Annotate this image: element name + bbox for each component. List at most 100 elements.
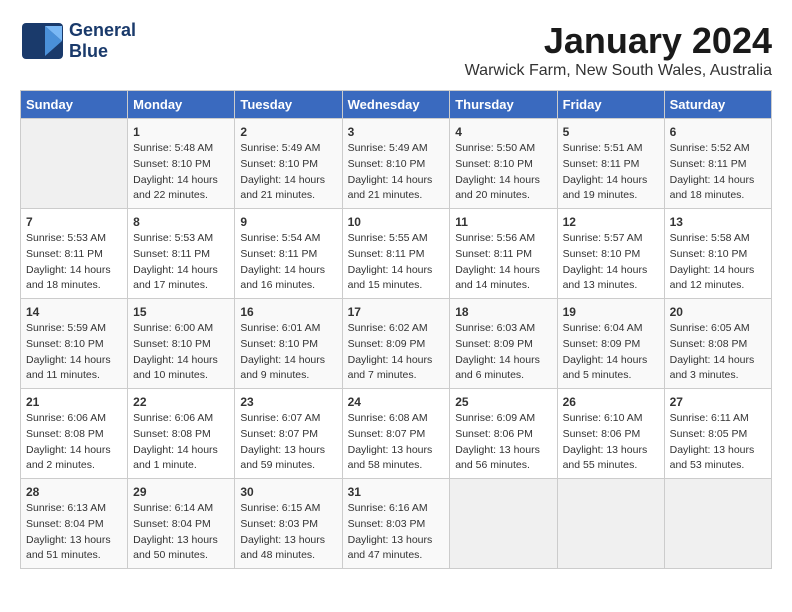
day-info: Sunrise: 6:13 AMSunset: 8:04 PMDaylight:… [26, 501, 122, 564]
month-title: January 2024 [465, 20, 772, 62]
calendar-cell: 30Sunrise: 6:15 AMSunset: 8:03 PMDayligh… [235, 479, 342, 569]
calendar-cell: 26Sunrise: 6:10 AMSunset: 8:06 PMDayligh… [557, 389, 664, 479]
day-info: Sunrise: 6:06 AMSunset: 8:08 PMDaylight:… [133, 411, 229, 474]
day-info: Sunrise: 6:14 AMSunset: 8:04 PMDaylight:… [133, 501, 229, 564]
day-info: Sunrise: 5:56 AMSunset: 8:11 PMDaylight:… [455, 231, 551, 294]
day-number: 15 [133, 303, 229, 321]
col-header-tuesday: Tuesday [235, 91, 342, 119]
col-header-wednesday: Wednesday [342, 91, 450, 119]
day-info: Sunrise: 6:01 AMSunset: 8:10 PMDaylight:… [240, 321, 336, 384]
calendar-cell: 21Sunrise: 6:06 AMSunset: 8:08 PMDayligh… [21, 389, 128, 479]
title-area: January 2024 Warwick Farm, New South Wal… [465, 20, 772, 80]
day-number: 23 [240, 393, 336, 411]
day-number: 30 [240, 483, 336, 501]
logo-text: General Blue [69, 20, 136, 62]
day-info: Sunrise: 5:57 AMSunset: 8:10 PMDaylight:… [563, 231, 659, 294]
day-info: Sunrise: 5:49 AMSunset: 8:10 PMDaylight:… [240, 141, 336, 204]
calendar-cell: 10Sunrise: 5:55 AMSunset: 8:11 PMDayligh… [342, 209, 450, 299]
page-header: General Blue January 2024 Warwick Farm, … [20, 20, 772, 80]
week-row-2: 7Sunrise: 5:53 AMSunset: 8:11 PMDaylight… [21, 209, 772, 299]
day-info: Sunrise: 6:09 AMSunset: 8:06 PMDaylight:… [455, 411, 551, 474]
col-header-sunday: Sunday [21, 91, 128, 119]
logo-icon [20, 21, 65, 61]
day-number: 7 [26, 213, 122, 231]
day-number: 27 [670, 393, 766, 411]
calendar-cell: 29Sunrise: 6:14 AMSunset: 8:04 PMDayligh… [128, 479, 235, 569]
day-info: Sunrise: 5:53 AMSunset: 8:11 PMDaylight:… [133, 231, 229, 294]
day-info: Sunrise: 6:03 AMSunset: 8:09 PMDaylight:… [455, 321, 551, 384]
day-info: Sunrise: 6:00 AMSunset: 8:10 PMDaylight:… [133, 321, 229, 384]
day-info: Sunrise: 5:52 AMSunset: 8:11 PMDaylight:… [670, 141, 766, 204]
calendar-cell: 8Sunrise: 5:53 AMSunset: 8:11 PMDaylight… [128, 209, 235, 299]
calendar-cell: 14Sunrise: 5:59 AMSunset: 8:10 PMDayligh… [21, 299, 128, 389]
calendar-cell: 12Sunrise: 5:57 AMSunset: 8:10 PMDayligh… [557, 209, 664, 299]
day-info: Sunrise: 6:06 AMSunset: 8:08 PMDaylight:… [26, 411, 122, 474]
calendar-cell: 6Sunrise: 5:52 AMSunset: 8:11 PMDaylight… [664, 119, 771, 209]
day-number: 16 [240, 303, 336, 321]
col-header-thursday: Thursday [450, 91, 557, 119]
day-number: 14 [26, 303, 122, 321]
calendar-cell: 19Sunrise: 6:04 AMSunset: 8:09 PMDayligh… [557, 299, 664, 389]
week-row-1: 1Sunrise: 5:48 AMSunset: 8:10 PMDaylight… [21, 119, 772, 209]
day-number: 9 [240, 213, 336, 231]
day-info: Sunrise: 5:50 AMSunset: 8:10 PMDaylight:… [455, 141, 551, 204]
day-info: Sunrise: 6:08 AMSunset: 8:07 PMDaylight:… [348, 411, 445, 474]
day-number: 3 [348, 123, 445, 141]
day-number: 31 [348, 483, 445, 501]
day-number: 11 [455, 213, 551, 231]
day-info: Sunrise: 6:10 AMSunset: 8:06 PMDaylight:… [563, 411, 659, 474]
col-header-saturday: Saturday [664, 91, 771, 119]
calendar-cell [557, 479, 664, 569]
day-info: Sunrise: 5:53 AMSunset: 8:11 PMDaylight:… [26, 231, 122, 294]
day-number: 10 [348, 213, 445, 231]
col-header-friday: Friday [557, 91, 664, 119]
day-number: 20 [670, 303, 766, 321]
day-info: Sunrise: 6:15 AMSunset: 8:03 PMDaylight:… [240, 501, 336, 564]
calendar-cell: 25Sunrise: 6:09 AMSunset: 8:06 PMDayligh… [450, 389, 557, 479]
calendar-cell: 3Sunrise: 5:49 AMSunset: 8:10 PMDaylight… [342, 119, 450, 209]
day-info: Sunrise: 5:48 AMSunset: 8:10 PMDaylight:… [133, 141, 229, 204]
day-info: Sunrise: 5:51 AMSunset: 8:11 PMDaylight:… [563, 141, 659, 204]
location-subtitle: Warwick Farm, New South Wales, Australia [465, 62, 772, 80]
calendar-table: SundayMondayTuesdayWednesdayThursdayFrid… [20, 90, 772, 569]
calendar-cell: 9Sunrise: 5:54 AMSunset: 8:11 PMDaylight… [235, 209, 342, 299]
calendar-cell: 28Sunrise: 6:13 AMSunset: 8:04 PMDayligh… [21, 479, 128, 569]
day-info: Sunrise: 6:02 AMSunset: 8:09 PMDaylight:… [348, 321, 445, 384]
header-row: SundayMondayTuesdayWednesdayThursdayFrid… [21, 91, 772, 119]
week-row-4: 21Sunrise: 6:06 AMSunset: 8:08 PMDayligh… [21, 389, 772, 479]
calendar-cell: 11Sunrise: 5:56 AMSunset: 8:11 PMDayligh… [450, 209, 557, 299]
day-number: 24 [348, 393, 445, 411]
day-number: 2 [240, 123, 336, 141]
day-number: 5 [563, 123, 659, 141]
day-info: Sunrise: 6:04 AMSunset: 8:09 PMDaylight:… [563, 321, 659, 384]
calendar-cell: 13Sunrise: 5:58 AMSunset: 8:10 PMDayligh… [664, 209, 771, 299]
day-info: Sunrise: 6:11 AMSunset: 8:05 PMDaylight:… [670, 411, 766, 474]
day-number: 6 [670, 123, 766, 141]
calendar-cell: 15Sunrise: 6:00 AMSunset: 8:10 PMDayligh… [128, 299, 235, 389]
day-info: Sunrise: 6:16 AMSunset: 8:03 PMDaylight:… [348, 501, 445, 564]
day-info: Sunrise: 5:55 AMSunset: 8:11 PMDaylight:… [348, 231, 445, 294]
calendar-cell: 27Sunrise: 6:11 AMSunset: 8:05 PMDayligh… [664, 389, 771, 479]
day-number: 13 [670, 213, 766, 231]
day-number: 28 [26, 483, 122, 501]
calendar-cell: 5Sunrise: 5:51 AMSunset: 8:11 PMDaylight… [557, 119, 664, 209]
day-number: 12 [563, 213, 659, 231]
day-number: 29 [133, 483, 229, 501]
col-header-monday: Monday [128, 91, 235, 119]
day-number: 19 [563, 303, 659, 321]
calendar-cell: 24Sunrise: 6:08 AMSunset: 8:07 PMDayligh… [342, 389, 450, 479]
day-info: Sunrise: 6:07 AMSunset: 8:07 PMDaylight:… [240, 411, 336, 474]
day-number: 1 [133, 123, 229, 141]
calendar-cell: 17Sunrise: 6:02 AMSunset: 8:09 PMDayligh… [342, 299, 450, 389]
calendar-cell: 31Sunrise: 6:16 AMSunset: 8:03 PMDayligh… [342, 479, 450, 569]
calendar-cell: 16Sunrise: 6:01 AMSunset: 8:10 PMDayligh… [235, 299, 342, 389]
calendar-cell: 2Sunrise: 5:49 AMSunset: 8:10 PMDaylight… [235, 119, 342, 209]
day-number: 22 [133, 393, 229, 411]
day-info: Sunrise: 6:05 AMSunset: 8:08 PMDaylight:… [670, 321, 766, 384]
day-number: 25 [455, 393, 551, 411]
day-number: 17 [348, 303, 445, 321]
calendar-cell: 7Sunrise: 5:53 AMSunset: 8:11 PMDaylight… [21, 209, 128, 299]
day-number: 4 [455, 123, 551, 141]
day-number: 21 [26, 393, 122, 411]
day-number: 26 [563, 393, 659, 411]
